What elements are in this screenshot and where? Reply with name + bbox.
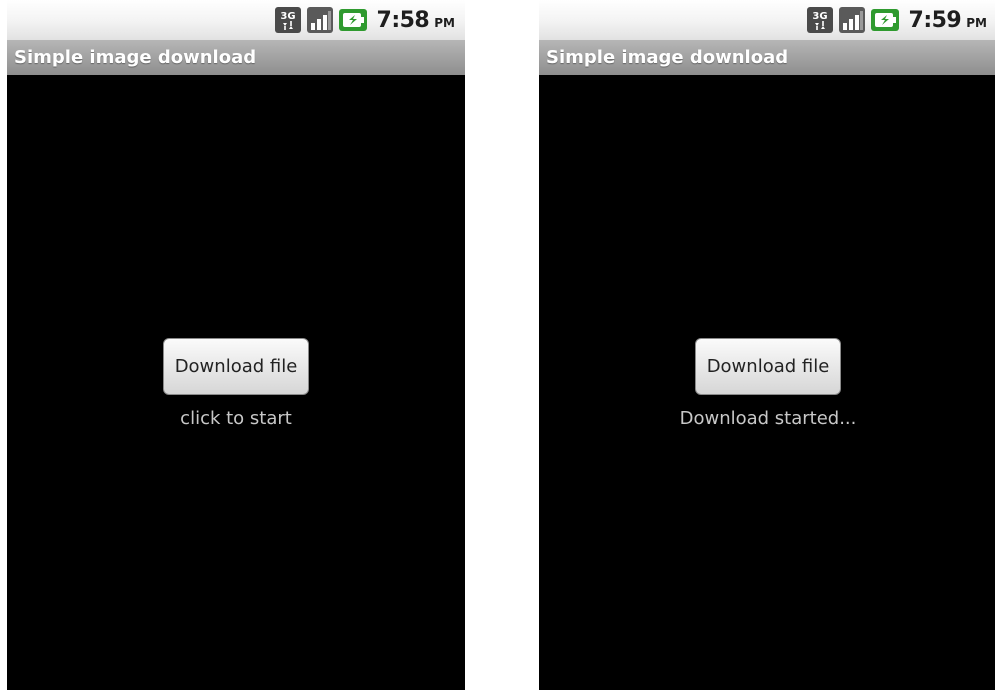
phone-screen-before: 3G 7:58 PM Simple image download Downloa… (7, 0, 465, 690)
clock-ampm: PM (966, 16, 987, 30)
app-content: Download file click to start (7, 75, 465, 690)
app-content: Download file Download started... (539, 75, 995, 690)
3g-data-icon: 3G (274, 7, 301, 33)
phone-screen-after: 3G 7:59 PM Simple image download Downloa… (539, 0, 995, 690)
signal-strength-icon (838, 7, 865, 33)
svg-text:3G: 3G (280, 11, 295, 22)
download-status-text: Download started... (679, 408, 857, 429)
download-file-button[interactable]: Download file (163, 338, 309, 395)
screenshots-container: 3G 7:58 PM Simple image download Downloa… (0, 0, 995, 690)
svg-text:3G: 3G (812, 11, 827, 22)
download-file-button[interactable]: Download file (695, 338, 841, 395)
battery-charging-icon (870, 9, 899, 31)
status-bar: 3G (7, 0, 465, 40)
clock-time: 7:58 (376, 7, 430, 33)
download-status-text: click to start (180, 408, 292, 429)
app-title: Simple image download (7, 40, 465, 75)
battery-charging-icon (338, 9, 367, 31)
clock-time: 7:59 (908, 7, 962, 33)
app-title: Simple image download (539, 40, 995, 75)
clock-ampm: PM (434, 16, 455, 30)
3g-data-icon: 3G (806, 7, 833, 33)
status-bar: 3G (539, 0, 995, 40)
signal-strength-icon (306, 7, 333, 33)
